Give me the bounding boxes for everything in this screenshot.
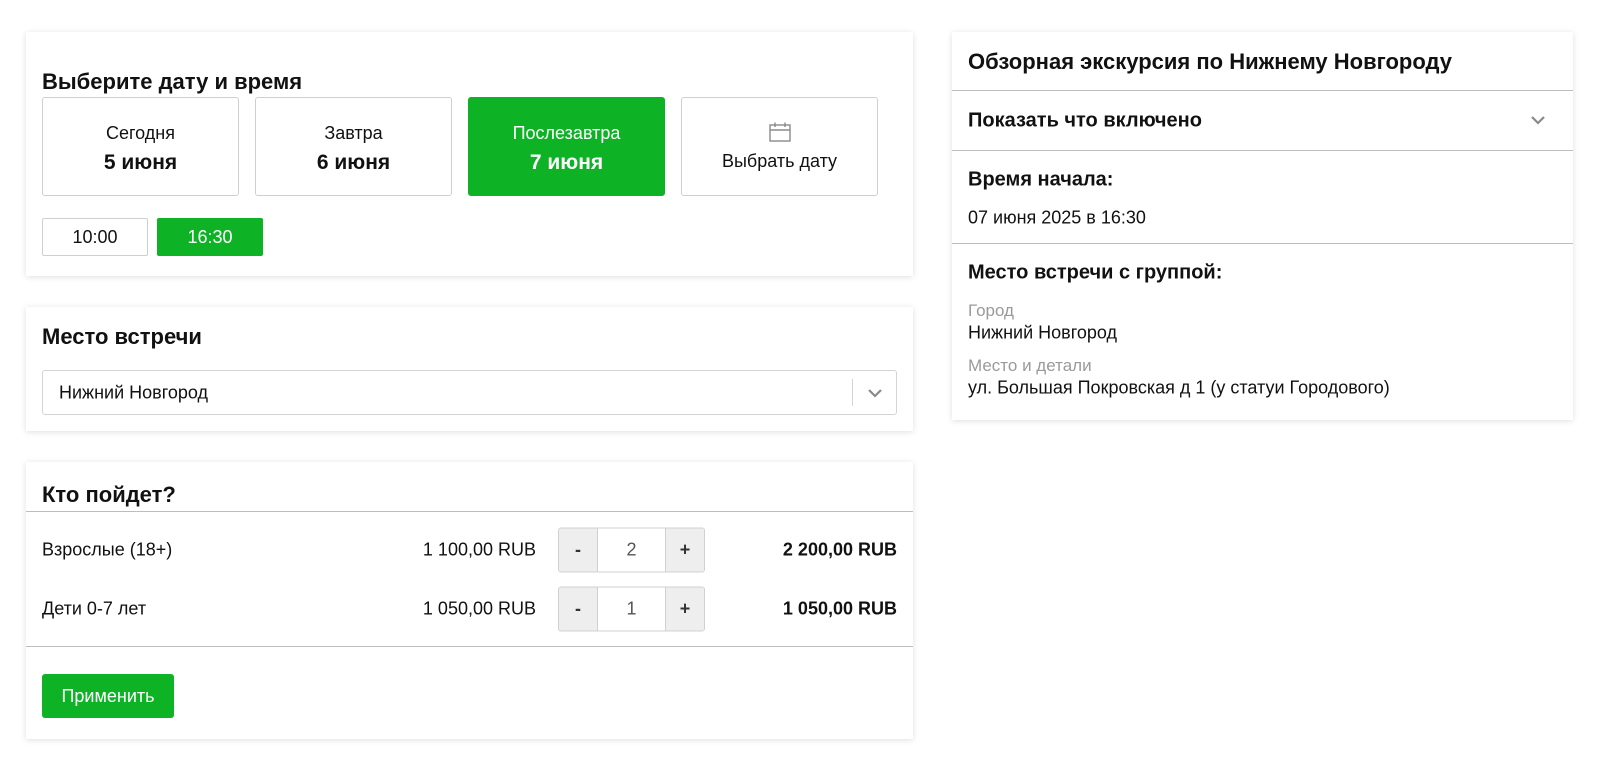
- meeting-point-heading: Место встречи с группой:: [968, 261, 1223, 284]
- start-time-heading: Время начала:: [968, 168, 1114, 191]
- tour-summary-card: Обзорная экскурсия по Нижнему Новгороду …: [952, 32, 1573, 420]
- participants-card: Кто пойдет? Взрослые (18+) 1 100,00 RUB …: [26, 462, 913, 739]
- participants-title: Кто пойдет?: [42, 482, 176, 507]
- chevron-down-icon: [1531, 116, 1545, 125]
- quantity-input[interactable]: 2: [598, 529, 665, 572]
- details-value: ул. Большая Покровская д 1 (у статуи Гор…: [968, 377, 1390, 398]
- date-tile-label: Послезавтра: [512, 123, 621, 143]
- start-time-value: 07 июня 2025 в 16:30: [968, 207, 1146, 228]
- meeting-place-select[interactable]: Нижний Новгород: [42, 370, 897, 415]
- ticket-total-adults: 2 200,00 RUB: [782, 539, 897, 560]
- date-time-card: Выберите дату и время Сегодня 5 июня Зав…: [26, 32, 913, 276]
- divider: [952, 243, 1573, 244]
- apply-button[interactable]: Применить: [42, 674, 174, 718]
- quantity-stepper-children: - 1 +: [558, 586, 705, 632]
- date-tile-date: 5 июня: [103, 151, 178, 174]
- increase-button[interactable]: +: [665, 528, 704, 572]
- chevron-down-icon: [868, 389, 882, 398]
- divider: [26, 511, 913, 512]
- calendar-icon: [769, 122, 791, 142]
- date-section-title: Выберите дату и время: [42, 69, 303, 94]
- time-slot-1000[interactable]: 10:00: [42, 218, 148, 256]
- decrease-button[interactable]: -: [559, 587, 598, 631]
- pick-date-button[interactable]: Выбрать дату: [681, 97, 878, 196]
- quantity-stepper-adults: - 2 +: [558, 527, 705, 573]
- ticket-name-children: Дети 0-7 лет: [42, 598, 147, 619]
- meeting-place-value: Нижний Новгород: [59, 382, 209, 402]
- pick-date-label: Выбрать дату: [721, 151, 838, 171]
- details-label: Место и детали: [968, 356, 1092, 375]
- ticket-total-children: 1 050,00 RUB: [782, 598, 897, 619]
- date-tile-label: Сегодня: [106, 123, 175, 143]
- date-tile-today[interactable]: Сегодня 5 июня: [42, 97, 239, 196]
- show-included-toggle[interactable]: Показать что включено: [952, 91, 1573, 151]
- increase-button[interactable]: +: [665, 587, 704, 631]
- divider: [952, 150, 1573, 151]
- place-section-title: Место встречи: [42, 324, 202, 349]
- ticket-price-adults: 1 100,00 RUB: [422, 539, 536, 560]
- date-tile-date: 6 июня: [316, 151, 391, 174]
- date-tile-date: 7 июня: [529, 151, 604, 174]
- date-tile-tomorrow[interactable]: Завтра 6 июня: [255, 97, 452, 196]
- date-tile-label: Завтра: [324, 123, 383, 143]
- ticket-name-adults: Взрослые (18+): [42, 539, 173, 560]
- time-slot-1630[interactable]: 16:30: [157, 218, 263, 256]
- decrease-button[interactable]: -: [559, 528, 598, 572]
- date-tile-day-after-tomorrow[interactable]: Послезавтра 7 июня: [468, 97, 665, 196]
- city-value: Нижний Новгород: [968, 322, 1118, 343]
- tour-title: Обзорная экскурсия по Нижнему Новгороду: [968, 49, 1452, 74]
- quantity-input[interactable]: 1: [598, 588, 665, 631]
- meeting-place-card: Место встречи Нижний Новгород: [26, 307, 913, 431]
- divider: [26, 646, 913, 647]
- select-divider: [852, 379, 853, 406]
- show-included-label: Показать что включено: [968, 109, 1202, 132]
- city-label: Город: [968, 301, 1014, 320]
- ticket-price-children: 1 050,00 RUB: [422, 598, 536, 619]
